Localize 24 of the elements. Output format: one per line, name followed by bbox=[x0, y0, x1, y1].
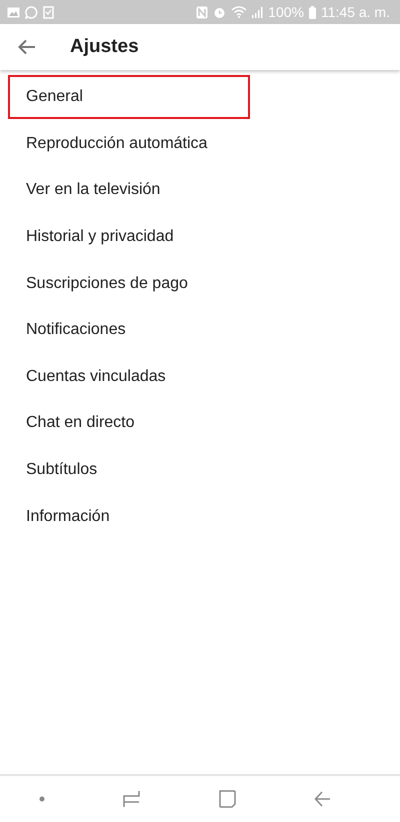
nfc-icon bbox=[196, 6, 208, 18]
back-icon[interactable] bbox=[314, 790, 331, 808]
settings-item[interactable]: Subtítulos bbox=[8, 448, 116, 492]
settings-item[interactable]: Chat en directo bbox=[8, 401, 153, 446]
recent-apps-icon[interactable] bbox=[123, 790, 140, 808]
battery-icon bbox=[308, 6, 316, 18]
settings-item[interactable]: Historial y privacidad bbox=[8, 215, 192, 260]
clipboard-icon bbox=[43, 6, 54, 18]
back-button[interactable] bbox=[18, 38, 38, 56]
settings-item[interactable]: Suscripciones de pago bbox=[8, 262, 206, 306]
gallery-icon bbox=[7, 6, 20, 18]
settings-item[interactable]: Reproducción automática bbox=[8, 122, 226, 166]
chat-bubble-icon bbox=[25, 6, 38, 18]
settings-item[interactable]: General bbox=[8, 75, 250, 120]
wifi-icon bbox=[231, 6, 248, 18]
settings-item[interactable]: Notificaciones bbox=[8, 308, 144, 352]
settings-item[interactable]: Información bbox=[8, 494, 128, 539]
dot-icon[interactable] bbox=[39, 796, 46, 802]
screen-title: Ajustes bbox=[70, 36, 139, 58]
settings-item[interactable]: Ver en la televisión bbox=[8, 168, 178, 212]
home-icon[interactable] bbox=[218, 790, 236, 808]
signal-icon bbox=[252, 6, 264, 18]
settings-item[interactable]: Cuentas vinculadas bbox=[8, 354, 184, 399]
alarm-icon bbox=[213, 6, 226, 18]
